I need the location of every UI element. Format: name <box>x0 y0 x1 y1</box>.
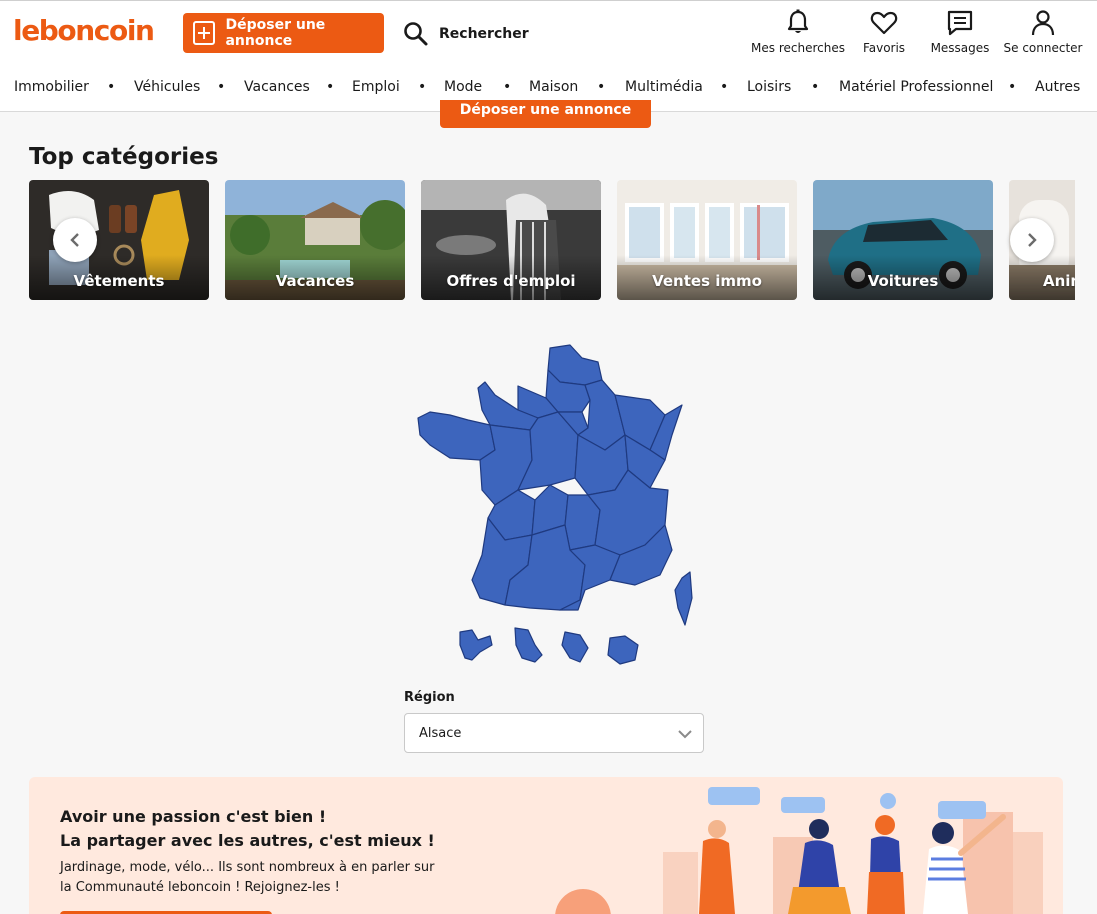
post-ad-button-secondary[interactable]: Déposer une annonce <box>440 100 651 128</box>
plus-icon <box>193 21 216 45</box>
heart-icon <box>870 11 898 35</box>
user-nav: Mes recherches Favoris Messages Se conne… <box>745 9 1085 55</box>
site-header: leboncoin Déposer une annonce Rechercher… <box>0 0 1097 66</box>
region-select[interactable]: Alsace <box>404 713 704 753</box>
nav-separator: • <box>217 79 226 95</box>
nav-separator: • <box>1008 79 1017 95</box>
category-card-voitures[interactable]: Voitures <box>813 180 993 300</box>
favorites-label: Favoris <box>862 41 906 55</box>
category-card-title: Animaux <box>1043 272 1075 290</box>
nav-separator: • <box>418 79 427 95</box>
post-ad-label: Déposer une annonce <box>225 17 326 49</box>
search-label: Rechercher <box>439 26 529 42</box>
nav-item-emploi[interactable]: Emploi <box>352 79 400 95</box>
user-icon <box>1031 10 1055 36</box>
nav-item-vehicules[interactable]: Véhicules <box>134 79 200 95</box>
map-region[interactable] <box>459 629 493 661</box>
category-card-offres-emploi[interactable]: Offres d'emploi <box>421 180 601 300</box>
nav-separator: • <box>503 79 512 95</box>
community-banner: Avoir une passion c'est bien ! La partag… <box>29 777 1063 914</box>
favorites-link[interactable]: Favoris <box>853 9 915 55</box>
map-region[interactable] <box>561 631 589 663</box>
map-region[interactable] <box>674 571 693 626</box>
france-regions-map <box>417 344 693 665</box>
nav-item-materiel-professionnel[interactable]: Matériel Professionnel <box>839 79 993 95</box>
banner-body: Jardinage, mode, vélo... Ils sont nombre… <box>60 860 435 895</box>
logo[interactable]: leboncoin <box>13 14 155 47</box>
community-illustration <box>555 787 1043 914</box>
section-title: Top catégories <box>29 144 219 170</box>
nav-separator: • <box>107 79 116 95</box>
map-region[interactable] <box>514 627 543 663</box>
category-card-ventes-immo[interactable]: Ventes immo <box>617 180 797 300</box>
category-card-title: Offres d'emploi <box>446 272 576 290</box>
category-card-title: Ventes immo <box>652 272 762 290</box>
chevron-left-icon <box>70 233 79 247</box>
nav-separator: • <box>597 79 606 95</box>
post-ad-button[interactable]: Déposer une annonce <box>183 13 384 53</box>
category-card-title: Vacances <box>275 272 355 290</box>
nav-separator: • <box>326 79 335 95</box>
region-select-label: Région <box>404 690 455 705</box>
messages-label: Messages <box>930 41 990 55</box>
nav-separator: • <box>720 79 729 95</box>
my-searches-label: Mes recherches <box>751 41 845 55</box>
region-select-value: Alsace <box>419 725 462 741</box>
category-card-title: Voitures <box>867 272 939 290</box>
nav-item-immobilier[interactable]: Immobilier <box>14 79 89 95</box>
login-label: Se connecter <box>1003 41 1083 55</box>
my-searches-link[interactable]: Mes recherches <box>745 9 851 55</box>
nav-separator: • <box>811 79 820 95</box>
post-ad-secondary-label: Déposer une annonce <box>459 102 632 118</box>
category-card-title: Vêtements <box>73 272 165 290</box>
nav-item-autres[interactable]: Autres <box>1035 79 1080 95</box>
chevron-right-icon <box>1028 233 1037 247</box>
nav-item-mode[interactable]: Mode <box>444 79 482 95</box>
messages-link[interactable]: Messages <box>925 9 995 55</box>
message-icon <box>947 10 973 36</box>
chevron-down-icon <box>678 730 692 739</box>
banner-headline-line1: Avoir une passion c'est bien ! <box>60 807 327 826</box>
nav-item-vacances[interactable]: Vacances <box>244 79 310 95</box>
nav-item-loisirs[interactable]: Loisirs <box>747 79 791 95</box>
login-link[interactable]: Se connecter <box>1001 9 1085 55</box>
carousel-prev-button[interactable] <box>53 218 97 262</box>
bell-icon <box>787 9 809 33</box>
map-region[interactable] <box>607 635 639 665</box>
banner-headline-line2: La partager avec les autres, c'est mieux… <box>60 831 435 850</box>
category-card-vacances[interactable]: Vacances <box>225 180 405 300</box>
carousel-next-button[interactable] <box>1010 218 1054 262</box>
map-region[interactable] <box>417 411 496 461</box>
categories-carousel: Vêtements Vacances Offres d'emploi Vente… <box>29 180 1075 300</box>
search-icon <box>404 22 428 46</box>
search-button[interactable]: Rechercher <box>403 20 529 48</box>
nav-item-multimedia[interactable]: Multimédia <box>625 79 703 95</box>
banner-headline: Avoir une passion c'est bien ! La partag… <box>60 805 435 853</box>
nav-item-maison[interactable]: Maison <box>529 79 578 95</box>
